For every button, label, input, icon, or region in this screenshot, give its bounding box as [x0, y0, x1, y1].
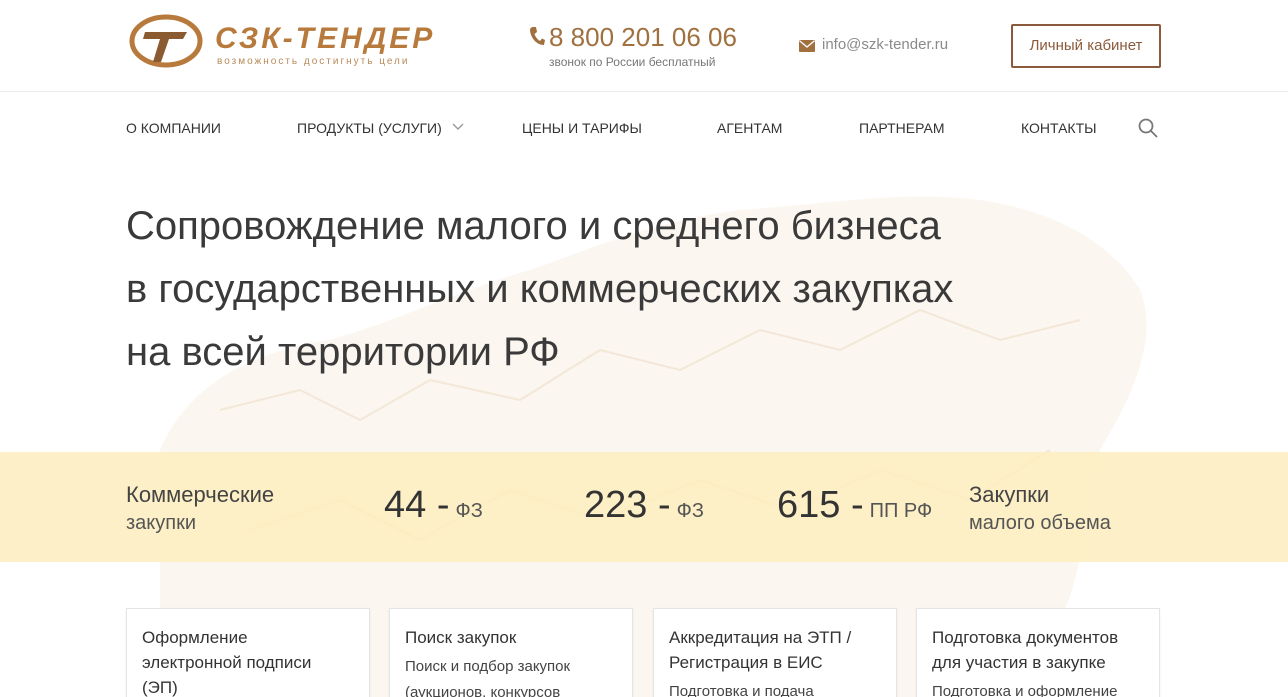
stat-commercial[interactable]: Коммерческие закупки — [126, 481, 274, 537]
card-title-line: для участия в закупке — [932, 653, 1106, 672]
chevron-down-icon — [452, 123, 464, 130]
hero-line: Сопровождение малого и среднего бизнеса — [126, 204, 941, 248]
stat-223fz-number: 223 - — [584, 484, 671, 526]
nav-item-products[interactable]: Продукты (услуги) — [297, 120, 442, 136]
search-icon[interactable] — [1138, 118, 1158, 138]
phone-note: звонок по России бесплатный — [549, 55, 716, 69]
card-desc-line: Подготовка и оформление — [932, 683, 1118, 697]
envelope-icon — [799, 40, 815, 52]
card-desc-line: (аукционов, конкурсов — [405, 684, 561, 697]
stat-223fz[interactable]: 223 - ФЗ — [584, 484, 704, 527]
phone-icon — [530, 27, 545, 45]
stat-223fz-law: ФЗ — [676, 500, 704, 522]
stat-615pp-number: 615 - — [777, 484, 864, 526]
nav-item-partners[interactable]: Партнерам — [859, 120, 945, 136]
service-card-accreditation[interactable]: Аккредитация на ЭТП / Регистрация в ЕИС … — [653, 608, 897, 697]
hero-line: в государственных и коммерческих закупка… — [126, 267, 954, 311]
logo-name: СЗК-ТЕНДЕР — [215, 22, 436, 55]
stat-44fz-law: ФЗ — [455, 500, 483, 522]
nav-item-prices[interactable]: Цены и тарифы — [522, 120, 642, 136]
personal-cabinet-button[interactable]: Личный кабинет — [1011, 24, 1161, 68]
card-desc-line: Подготовка и подача — [669, 683, 814, 697]
stat-small-line1: Закупки — [969, 482, 1050, 507]
stat-commercial-line2: закупки — [126, 512, 197, 534]
card-title-line: Подготовка документов — [932, 628, 1119, 647]
site-logo[interactable]: СЗК-ТЕНДЕР возможность достигнуть цели — [129, 14, 469, 70]
service-card-search[interactable]: Поиск закупок Поиск и подбор закупок (ау… — [389, 608, 633, 697]
card-title-line: Аккредитация на ЭТП / — [669, 628, 852, 647]
logo-emblem — [129, 14, 203, 68]
hero-title: Сопровождение малого и среднего бизнеса … — [126, 195, 1126, 384]
stat-small-line2: малого объема — [969, 512, 1111, 534]
site-header: СЗК-ТЕНДЕР возможность достигнуть цели 8… — [0, 0, 1288, 92]
stat-small-volume[interactable]: Закупки малого объема — [969, 481, 1111, 537]
nav-item-about[interactable]: О компании — [126, 120, 221, 136]
main-nav: О компании Продукты (услуги) Цены и тари… — [0, 93, 1288, 163]
stat-commercial-line1: Коммерческие — [126, 482, 275, 507]
service-card-signature[interactable]: Оформление электронной подписи (ЭП) — [126, 608, 370, 697]
card-title-line: (ЭП) — [142, 678, 178, 697]
nav-item-agents[interactable]: Агентам — [717, 120, 782, 136]
nav-item-contacts[interactable]: Контакты — [1021, 120, 1097, 136]
card-title-line: электронной подписи — [142, 653, 312, 672]
stat-44fz-number: 44 - — [384, 484, 450, 526]
card-desc-line: Поиск и подбор закупок — [405, 658, 571, 675]
card-title-line: Оформление — [142, 628, 248, 647]
service-card-documents[interactable]: Подготовка документов для участия в заку… — [916, 608, 1160, 697]
logo-tagline: возможность достигнуть цели — [217, 56, 410, 67]
stat-615pp[interactable]: 615 - ПП РФ — [777, 484, 932, 527]
email-link[interactable]: info@szk-tender.ru — [822, 36, 948, 53]
stat-44fz[interactable]: 44 - ФЗ — [384, 484, 483, 527]
hero-line: на всей территории РФ — [126, 330, 560, 374]
stat-615pp-law: ПП РФ — [869, 500, 933, 522]
card-title-line: Поиск закупок — [405, 628, 517, 647]
card-title-line: Регистрация в ЕИС — [669, 653, 823, 672]
phone-number[interactable]: 8 800 201 06 06 — [549, 22, 737, 53]
